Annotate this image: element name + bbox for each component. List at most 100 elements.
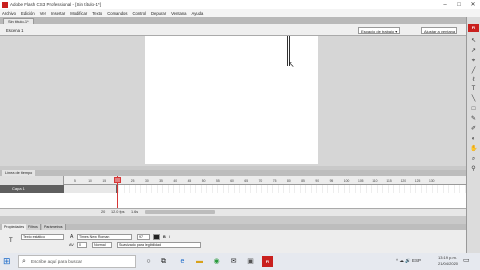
cortana-icon[interactable]: ○ <box>143 256 154 267</box>
frame-cells[interactable] <box>64 185 466 193</box>
menu-edicion[interactable]: Edición <box>21 11 35 16</box>
stage[interactable] <box>145 36 318 164</box>
timeline-tick-label: 100 <box>343 179 350 183</box>
mouse-pointer-icon: ↖ <box>288 60 295 69</box>
close-button[interactable]: ✕ <box>466 0 480 9</box>
timeline-tick-label: 10 <box>88 179 92 183</box>
menu-modificar[interactable]: Modificar <box>70 11 87 16</box>
hand-tool-icon[interactable]: ✋ <box>470 146 477 153</box>
timeline-tick-label: 45 <box>187 179 192 183</box>
menu-texto[interactable]: Texto <box>92 11 102 16</box>
text-tool-icon[interactable]: T <box>470 86 477 93</box>
text-tool-large-icon: T <box>9 238 13 244</box>
notifications-icon[interactable]: ▭ <box>463 256 470 266</box>
timeline-empty-area <box>0 193 466 208</box>
font-icon: A <box>70 234 74 240</box>
timeline-tick-label: 85 <box>301 179 305 183</box>
current-frame: 20 <box>101 210 106 214</box>
timeline-tick-label: 75 <box>272 179 277 183</box>
menu-depurar[interactable]: Depurar <box>151 11 166 16</box>
minimize-button[interactable]: – <box>438 0 452 9</box>
file-explorer-icon[interactable]: ▬ <box>194 256 205 267</box>
font-family-select[interactable]: Times New Roman <box>77 234 132 240</box>
timeline-tick-label: 60 <box>230 179 234 183</box>
letter-spacing-icon: AV <box>69 243 74 247</box>
timeline-tick-label: 35 <box>159 179 163 183</box>
timeline-tick-label: 125 <box>414 179 421 183</box>
scene-label[interactable]: Escena 1 <box>6 28 23 33</box>
italic-button[interactable]: I <box>169 235 170 239</box>
subselection-tool-icon[interactable]: ↗ <box>470 48 477 55</box>
timeline-tick-label: 65 <box>244 179 249 183</box>
font-size-field[interactable]: 97 <box>137 234 150 240</box>
edge-icon[interactable]: e <box>177 256 188 267</box>
bold-button[interactable]: B <box>163 235 166 239</box>
timeline-tick-label: 105 <box>358 179 364 183</box>
timeline-tick-label: 25 <box>130 179 135 183</box>
maximize-button[interactable]: □ <box>452 0 466 9</box>
menu-bar: Archivo Edición Ver Insertar Modificar T… <box>0 9 480 17</box>
store-icon[interactable]: ▣ <box>245 256 256 267</box>
pen-tool-icon[interactable]: ╲ <box>470 96 477 103</box>
menu-control[interactable]: Control <box>132 11 146 16</box>
timeline-tick-label: 95 <box>329 179 334 183</box>
paint-bucket-tool-icon[interactable]: ◐ <box>470 136 477 143</box>
timeline-tick-label: 80 <box>287 179 291 183</box>
timeline-scrollbar[interactable] <box>145 210 215 214</box>
brush-tool-icon[interactable]: ✐ <box>470 126 477 133</box>
timeline-tick-label: 30 <box>145 179 149 183</box>
anti-alias-select[interactable]: Suavizado para legibilidad <box>117 242 201 248</box>
timeline-tick-label: 5 <box>74 179 76 183</box>
keyframe-span[interactable] <box>64 185 117 193</box>
free-transform-tool-icon[interactable]: ⌖ <box>470 58 477 65</box>
menu-ver[interactable]: Ver <box>40 11 46 16</box>
text-type-select[interactable]: Texto estático <box>21 234 64 240</box>
layer-name[interactable]: Capa 1 <box>0 185 64 193</box>
flash-taskbar-icon[interactable]: Fl <box>262 256 273 267</box>
lasso-tool-icon[interactable]: ℓ <box>470 77 477 84</box>
playhead-handle[interactable] <box>114 177 121 183</box>
timeline-tick-label: 90 <box>315 179 320 183</box>
clock-time[interactable]: 13:19 p.m. <box>438 255 457 260</box>
selection-tool-icon[interactable]: ↖ <box>470 38 477 45</box>
workspace-dropdown[interactable]: Espacio de trabajo ▾ <box>358 27 400 34</box>
timeline-tick-label: 115 <box>386 179 392 183</box>
menu-comandos[interactable]: Comandos <box>107 11 127 16</box>
search-placeholder: Escribe aquí para buscar <box>31 259 83 264</box>
timeline-tick-label: 55 <box>216 179 220 183</box>
timeline-tick-label: 130 <box>429 179 435 183</box>
flash-badge: Fl <box>468 24 479 32</box>
menu-ventana[interactable]: Ventana <box>171 11 186 16</box>
window-title: Adobe Flash CS3 Professional - [Sin títu… <box>10 2 102 7</box>
menu-archivo[interactable]: Archivo <box>2 11 16 16</box>
eyedropper-tool-icon[interactable]: ⚲ <box>470 166 477 173</box>
timeline-tick-label: 70 <box>258 179 263 183</box>
menu-insertar[interactable]: Insertar <box>51 11 65 16</box>
timeline-tick-label: 120 <box>400 179 407 183</box>
zoom-tool-icon[interactable]: ⌕ <box>470 156 477 163</box>
line-tool-icon[interactable]: ╱ <box>470 68 477 75</box>
windows-start-icon[interactable]: ⊞ <box>3 257 11 266</box>
document-tab-bar <box>0 17 466 24</box>
timeline-tick-label: 110 <box>372 179 378 183</box>
clock-date[interactable]: 21/04/2020 <box>438 261 458 266</box>
text-color-swatch[interactable] <box>153 234 160 240</box>
rectangle-tool-icon[interactable]: □ <box>470 106 477 113</box>
char-position-select[interactable]: Normal <box>92 242 112 248</box>
chrome-icon[interactable]: ◉ <box>211 256 222 267</box>
timeline-status-bar <box>0 208 466 216</box>
timeline-tick-label: 15 <box>102 179 107 183</box>
system-tray[interactable]: ^ ☁ 🔊 ESP <box>396 258 421 264</box>
timeline-tick-label: 40 <box>173 179 178 183</box>
frame-rate[interactable]: 12.0 fps <box>111 210 125 214</box>
layer-header <box>0 176 64 185</box>
menu-ayuda[interactable]: Ayuda <box>192 11 204 16</box>
pencil-tool-icon[interactable]: ✎ <box>470 116 477 123</box>
timeline-tick-label: 50 <box>201 179 206 183</box>
flash-logo-icon <box>2 1 8 8</box>
letter-spacing-field[interactable]: 0 <box>77 242 87 248</box>
zoom-dropdown[interactable]: Ajustar a ventana <box>421 27 457 34</box>
task-view-icon[interactable]: ⧉ <box>158 256 169 267</box>
elapsed-time: 1.6s <box>131 210 139 214</box>
mail-icon[interactable]: ✉ <box>228 256 239 267</box>
